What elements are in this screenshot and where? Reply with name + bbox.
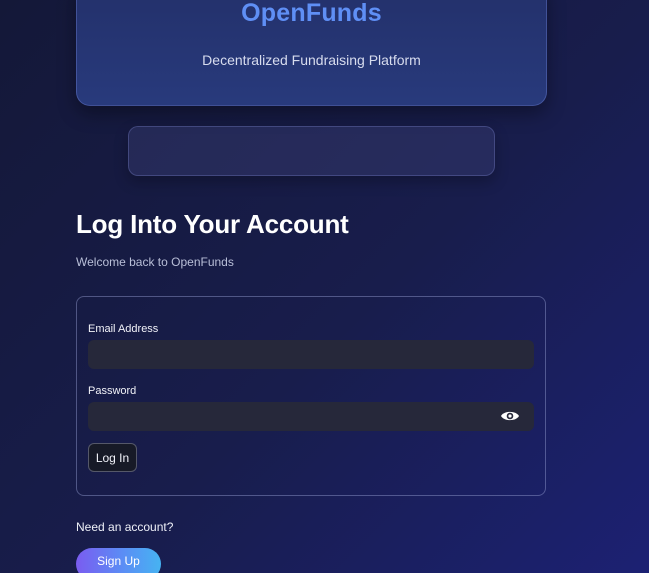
hero-banner: OpenFunds Decentralized Fundraising Plat… (76, 0, 547, 106)
brand-title: OpenFunds (241, 0, 382, 27)
brand-tagline: Decentralized Fundraising Platform (202, 52, 421, 68)
page-subtitle: Welcome back to OpenFunds (76, 255, 234, 269)
eye-icon[interactable] (500, 409, 520, 423)
password-field[interactable] (88, 402, 534, 431)
login-form: Email Address Password Log In (76, 296, 546, 496)
empty-panel (128, 126, 495, 176)
login-button[interactable]: Log In (88, 443, 137, 472)
email-label: Email Address (88, 323, 159, 335)
signup-button[interactable]: Sign Up (76, 548, 161, 573)
signup-prompt: Need an account? (76, 520, 174, 534)
email-field[interactable] (88, 340, 534, 369)
page-title: Log Into Your Account (76, 209, 349, 239)
password-label: Password (88, 385, 137, 397)
